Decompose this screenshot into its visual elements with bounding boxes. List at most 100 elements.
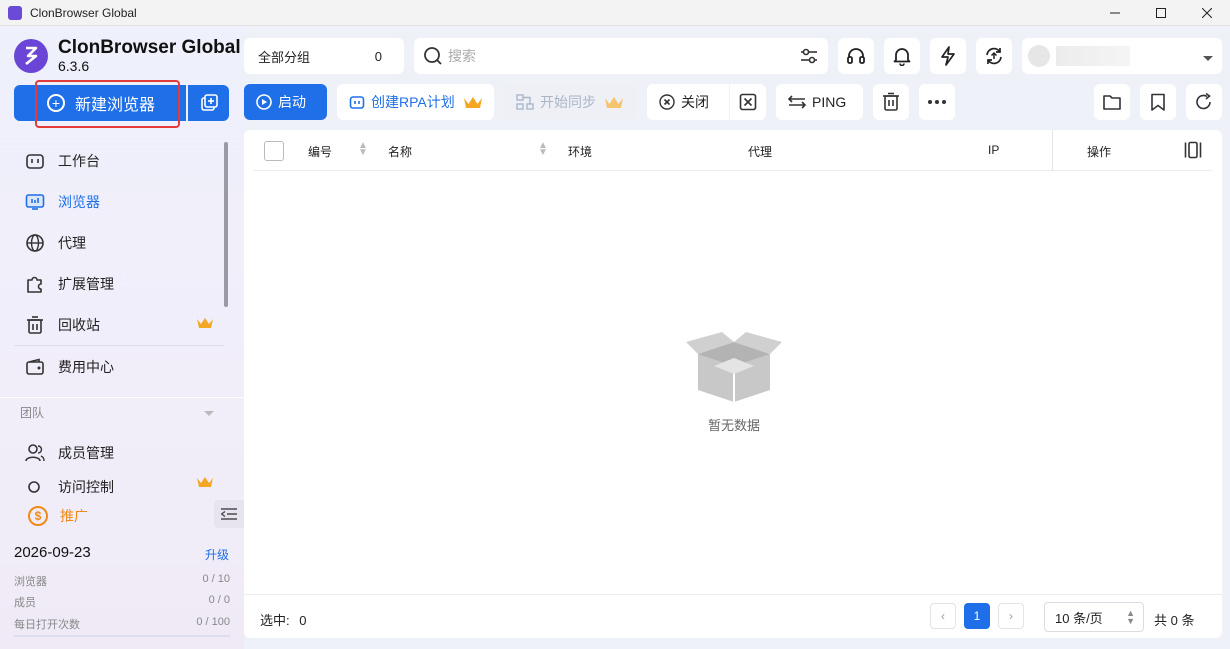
select-arrows-icon: ▲ ▼: [1126, 608, 1135, 626]
headset-support-button[interactable]: [838, 38, 874, 74]
sort-icon[interactable]: ▲ ▼: [358, 141, 368, 158]
quota-label: 浏览器: [14, 576, 47, 588]
brand: ClonBrowser Global 6.3.6: [14, 38, 241, 74]
group-selector[interactable]: 全部分组 0: [244, 38, 404, 74]
headset-icon: [847, 48, 865, 64]
prev-page-button[interactable]: ‹: [930, 603, 956, 629]
quota-label: 成员: [14, 597, 36, 609]
user-account-menu[interactable]: [1022, 38, 1222, 74]
quota-value: 0 / 10: [202, 573, 230, 585]
sidebar-item-extensions[interactable]: 扩展管理: [14, 263, 224, 304]
minimize-icon[interactable]: [1092, 0, 1138, 26]
more-dots-icon: [928, 100, 946, 104]
column-header-environment: 环境: [568, 145, 593, 159]
sidebar-item-billing[interactable]: 费用中心: [14, 346, 224, 387]
avatar: [1028, 45, 1050, 67]
ping-label: PING: [812, 94, 847, 110]
select-all-checkbox[interactable]: [264, 141, 284, 161]
promotion-link[interactable]: $ 推广: [28, 506, 88, 526]
column-divider: [1052, 130, 1053, 171]
upgrade-link[interactable]: 升级: [205, 546, 229, 563]
column-header-ip: IP: [988, 143, 1000, 157]
ping-button[interactable]: PING: [776, 84, 863, 120]
sidebar-scrollbar[interactable]: [224, 142, 228, 307]
sort-icon[interactable]: ▲ ▼: [538, 141, 548, 158]
brand-name: ClonBrowser Global: [58, 37, 241, 58]
selected-label: 选中:: [260, 613, 290, 628]
quick-action-button[interactable]: [930, 38, 966, 74]
close-window-icon[interactable]: [1184, 0, 1230, 26]
close-box-icon: [739, 93, 757, 111]
search-input[interactable]: 搜索: [414, 38, 828, 74]
column-header-proxy: 代理: [748, 145, 773, 159]
batch-create-button[interactable]: [188, 85, 229, 121]
promotion-label: 推广: [60, 508, 88, 524]
window-title: ClonBrowser Global: [30, 5, 137, 20]
new-browser-button[interactable]: + 新建浏览器: [14, 85, 186, 121]
dashboard-icon: [24, 150, 46, 172]
more-button[interactable]: [919, 84, 955, 120]
plus-icon: +: [47, 94, 65, 112]
sidebar-item-access-control[interactable]: 访问控制: [14, 473, 224, 497]
selected-count: 选中: 0: [260, 610, 306, 629]
crown-icon: [196, 316, 214, 333]
start-label: 启动: [278, 94, 306, 110]
team-section-label: 团队: [20, 406, 45, 420]
quota-value: 0 / 0: [208, 594, 230, 606]
next-page-button[interactable]: ›: [998, 603, 1024, 629]
page-size-select[interactable]: 10 条/页 ▲ ▼: [1044, 602, 1144, 632]
maximize-icon[interactable]: [1138, 0, 1184, 26]
trash-icon: [883, 92, 899, 111]
delete-button[interactable]: [873, 84, 909, 120]
sidebar-item-label: 浏览器: [58, 193, 100, 210]
wallet-icon: [24, 356, 46, 378]
sidebar-item-workbench[interactable]: 工作台: [14, 140, 224, 181]
refresh-button[interactable]: [1186, 84, 1222, 120]
crown-icon: [196, 475, 214, 492]
create-rpa-button[interactable]: 创建RPA计划: [337, 84, 494, 120]
folder-button[interactable]: [1094, 84, 1130, 120]
quota-progress-bar: [14, 635, 230, 637]
sidebar-item-label: 工作台: [58, 152, 100, 169]
divider: [0, 397, 244, 398]
column-header-name[interactable]: 名称: [388, 143, 412, 160]
main-nav: 工作台 浏览器 代理 扩展管理 回收站 费用中心: [14, 140, 224, 387]
close-browser-button[interactable]: 关闭: [647, 84, 729, 120]
bookmark-button[interactable]: [1140, 84, 1176, 120]
sidebar-item-browser[interactable]: 浏览器: [14, 181, 224, 222]
empty-state-text: 暂无数据: [707, 418, 760, 433]
sync-button[interactable]: [976, 38, 1012, 74]
bell-icon: [893, 48, 911, 66]
column-settings-icon[interactable]: [1184, 141, 1202, 162]
start-sync-button[interactable]: 开始同步: [504, 84, 637, 120]
start-button[interactable]: 启动: [244, 84, 327, 120]
members-icon: [24, 442, 46, 464]
sidebar-item-label: 成员管理: [58, 444, 114, 461]
sidebar-item-members[interactable]: 成员管理: [14, 432, 224, 473]
empty-box-icon: [686, 332, 782, 402]
chevron-down-icon[interactable]: [203, 406, 215, 421]
close-all-button[interactable]: [730, 84, 766, 120]
lightning-icon: [941, 46, 955, 66]
sidebar-item-label: 费用中心: [58, 358, 114, 375]
page-size-value: 10 条/页: [1055, 610, 1103, 626]
title-bar: ClonBrowser Global: [0, 0, 1230, 26]
browser-icon: [24, 191, 46, 213]
create-rpa-label: 创建RPA计划: [371, 94, 455, 110]
notifications-button[interactable]: [884, 38, 920, 74]
team-nav: 成员管理 访问控制: [14, 432, 224, 497]
start-sync-label: 开始同步: [540, 94, 596, 110]
collapse-sidebar-button[interactable]: [214, 500, 244, 528]
access-icon: [24, 477, 46, 497]
search-icon: [424, 47, 442, 65]
filter-sliders-icon[interactable]: [800, 47, 818, 68]
sidebar-item-recycle-bin[interactable]: 回收站: [14, 304, 224, 345]
puzzle-icon: [24, 273, 46, 295]
sidebar-item-label: 回收站: [58, 316, 100, 333]
selected-value: 0: [299, 613, 307, 628]
empty-state: 暂无数据: [684, 330, 784, 434]
play-icon: [256, 94, 272, 110]
sidebar-item-proxy[interactable]: 代理: [14, 222, 224, 263]
column-header-id[interactable]: 编号: [308, 143, 332, 160]
current-page-button[interactable]: 1: [964, 603, 990, 629]
